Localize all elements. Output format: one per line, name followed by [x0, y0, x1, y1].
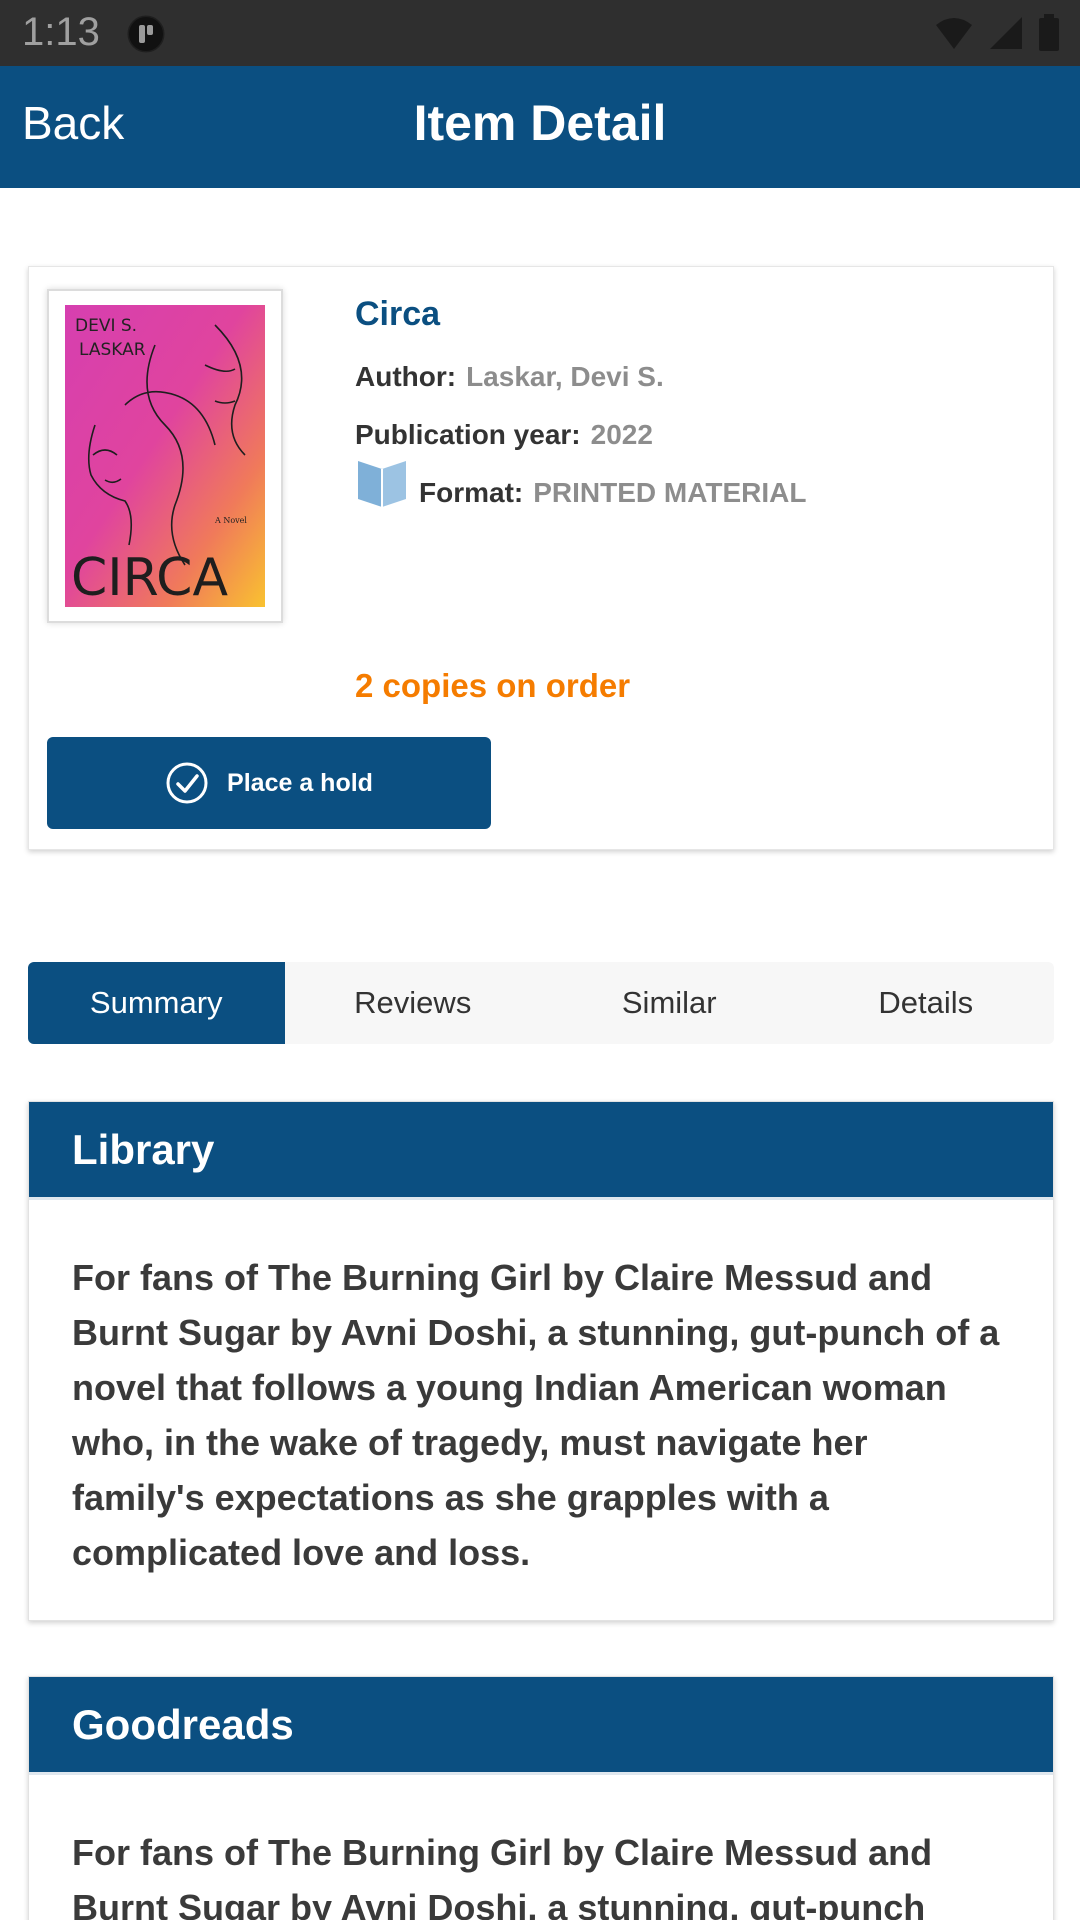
item-card: DEVI S. LASKAR A Novel CIRCA Circa Autho… [28, 266, 1054, 850]
tab-summary[interactable]: Summary [28, 962, 285, 1044]
cover-author-line1: DEVI S. [75, 316, 137, 336]
goodreads-summary-text: For fans of The Burning Girl by Claire M… [72, 1832, 933, 1920]
wifi-icon [936, 18, 972, 49]
tab-similar[interactable]: Similar [541, 962, 798, 1044]
library-panel-heading: Library [29, 1102, 1053, 1200]
author-row: Author: Laskar, Devi S. [355, 353, 1035, 393]
battery-icon [1039, 14, 1059, 51]
status-time: 1:13 [22, 10, 100, 54]
status-bar: 1:13 [0, 0, 1080, 66]
tab-details[interactable]: Details [798, 962, 1055, 1044]
goodreads-panel-heading: Goodreads [29, 1677, 1053, 1775]
app-bar: Back Item Detail [0, 66, 1080, 188]
cover-title: CIRCA [71, 548, 228, 607]
library-summary-panel: Library For fans of The Burning Girl by … [28, 1101, 1054, 1621]
place-hold-button[interactable]: Place a hold [47, 737, 491, 829]
book-cover-image: DEVI S. LASKAR A Novel CIRCA [65, 305, 265, 607]
detail-tabs: Summary Reviews Similar Details [28, 962, 1054, 1044]
library-summary-text: For fans of The Burning Girl by Claire M… [72, 1257, 1000, 1573]
publication-year-label: Publication year: [355, 419, 581, 450]
publication-year-value: 2022 [590, 419, 653, 450]
book-cover[interactable]: DEVI S. LASKAR A Novel CIRCA [47, 289, 283, 623]
author-label: Author: [355, 361, 457, 392]
page-title: Item Detail [413, 95, 667, 151]
format-label: Format: [419, 477, 524, 508]
book-open-icon [358, 461, 406, 507]
app-root: 1:13 Back Item Detail DEVI S. LASKAR A N… [0, 0, 1080, 1920]
cover-tag: A Novel [214, 516, 247, 525]
place-hold-label: Place a hold [227, 768, 373, 797]
publication-year-row: Publication year: 2022 [355, 411, 1035, 451]
check-circle-icon [166, 762, 208, 804]
goodreads-summary-panel: Goodreads For fans of The Burning Girl b… [28, 1676, 1054, 1920]
author-value: Laskar, Devi S. [466, 361, 664, 392]
cover-author-line2: LASKAR [79, 340, 146, 360]
item-info: Circa Author: Laskar, Devi S. Publicatio… [355, 295, 1035, 509]
format-row: Format: PRINTED MATERIAL [355, 461, 1035, 509]
format-value: PRINTED MATERIAL [533, 477, 807, 508]
tab-reviews[interactable]: Reviews [285, 962, 542, 1044]
book-title[interactable]: Circa [355, 295, 1035, 335]
copies-status: 2 copies on order [355, 667, 631, 704]
cell-signal-icon [990, 17, 1022, 49]
notification-badge-icon [126, 14, 166, 59]
status-icons [934, 14, 1060, 52]
